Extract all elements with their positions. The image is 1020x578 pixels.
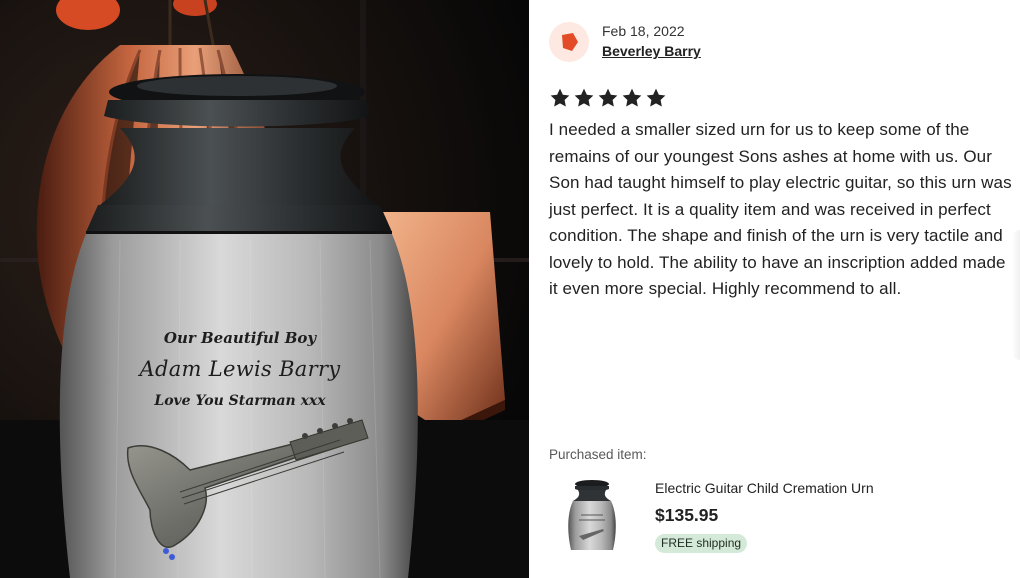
purchased-item-title-link[interactable]: Electric Guitar Child Cremation Urn [655,480,874,496]
purchased-item-label: Purchased item: [549,447,647,462]
star-icon [598,88,618,107]
scroll-edge-shadow [1012,230,1020,360]
urn-photo-illustration [0,0,529,578]
engraving-line-1: Our Beautiful Boy [163,329,317,347]
engraving-line-3: Love You Starman xxx [154,393,326,409]
review-photo[interactable]: Our Beautiful Boy Adam Lewis Barry Love … [0,0,529,578]
reviewer-name-link[interactable]: Beverley Barry [602,43,701,59]
review-date: Feb 18, 2022 [602,23,685,39]
review-panel: Feb 18, 2022 Beverley Barry I needed a s… [529,0,1020,578]
star-icon [574,88,594,107]
star-icon [550,88,570,107]
purchased-item-price: $135.95 [655,505,719,525]
star-icon [646,88,666,107]
purchased-item-thumbnail[interactable] [559,478,625,554]
reviewer-avatar-icon [562,33,578,51]
engraving-line-2: Adam Lewis Barry [139,357,341,381]
free-shipping-badge: FREE shipping [655,534,748,553]
star-rating [549,87,667,109]
star-icon [622,88,642,107]
reviewer-avatar[interactable] [549,22,589,62]
review-text: I needed a smaller sized urn for us to k… [549,120,1012,298]
